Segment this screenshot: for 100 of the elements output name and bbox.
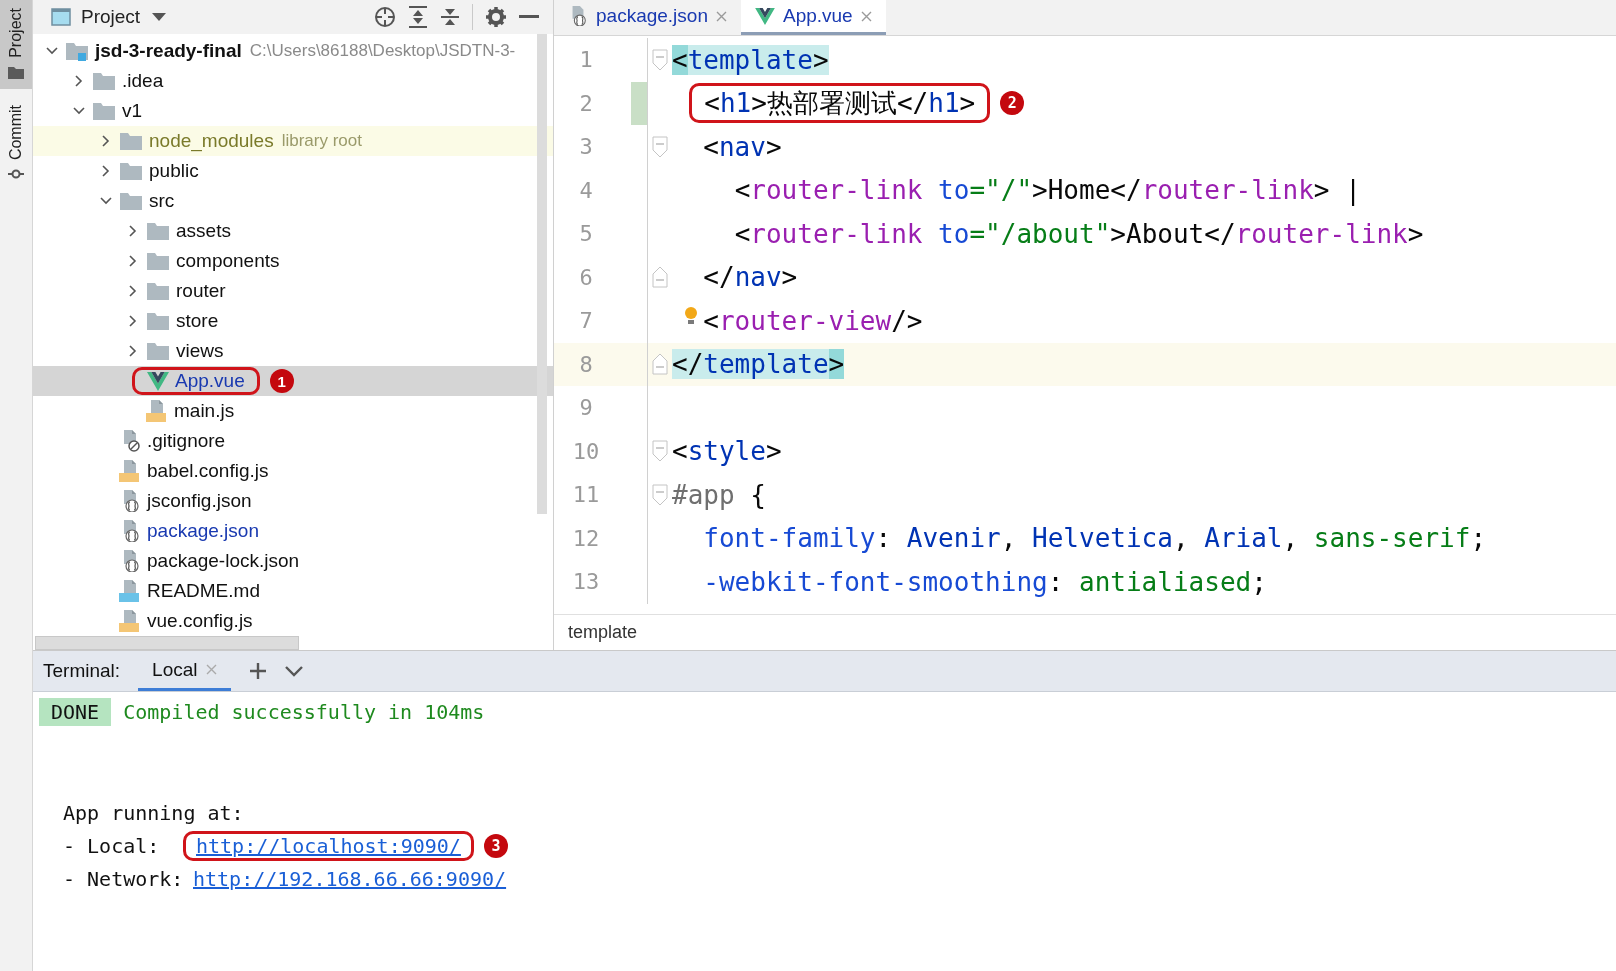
line-number: 7 [578,308,594,334]
scrollbar[interactable] [537,34,547,514]
path-hint: library root [281,131,362,151]
tree-item[interactable]: src [33,186,553,216]
callout-badge: 3 [483,833,508,858]
url-link[interactable]: http://192.168.66.66:9090/ [193,866,507,891]
tree-item[interactable]: README.md [33,576,553,606]
tree-item[interactable]: v1 [33,96,553,126]
locate-icon[interactable] [374,6,396,28]
tree-item[interactable]: babel.config.js [33,456,553,486]
lightbulb-icon[interactable] [684,305,698,326]
tree-item[interactable]: store [33,306,553,336]
folder-icon [92,101,116,121]
terminal-text: - Local: [63,833,161,858]
tree-item[interactable]: .gitignore [33,426,553,456]
code-line: <router-link to="/about">About</router-link> [734,217,1424,251]
tree-item[interactable]: public [33,156,553,186]
expand-all-icon[interactable] [408,6,428,28]
code-line: font-family: Avenir, Helvetica, Arial, sans-serif; [703,522,1487,556]
line-number: 11 [571,482,601,508]
code-line: <template> [672,43,829,77]
file-name: vue.config.js [147,610,253,632]
tree-item[interactable]: App.vue 1 [33,366,553,396]
file-name: .gitignore [147,430,226,452]
code-line: <router-link to="/">Home</router-link> | [734,174,1361,208]
tree-item[interactable]: views [33,336,553,366]
callout-badge: 1 [269,369,294,393]
folder-icon [146,281,170,301]
file-name: v1 [122,100,143,122]
tree-item[interactable]: vue.config.js [33,606,553,636]
settings-icon[interactable] [485,6,507,28]
code-line: <nav> [703,130,782,164]
status-badge: DONE [39,698,112,726]
tree-item[interactable]: node_modules library root [33,126,553,156]
code-line: <router-view/> [703,304,923,338]
line-number: 8 [578,351,594,377]
line-number: 12 [571,525,601,551]
panel-title: Project [81,6,141,28]
folder-icon [92,71,116,91]
file-name: package.json [147,520,259,542]
line-number: 6 [578,264,594,290]
path-hint: C:\Users\86188\Desktop\JSDTN-3- [249,41,516,61]
file-name: store [176,310,219,332]
terminal-text: Compiled successfully in 104ms [123,700,485,724]
tree-item[interactable]: jsconfig.json [33,486,553,516]
folder-icon [119,191,143,211]
line-number: 9 [578,395,594,421]
file-name: App.vue [175,370,245,392]
tree-item[interactable]: .idea [33,66,553,96]
file-name: src [149,190,175,212]
tool-window-tab[interactable]: Commit [0,96,32,190]
folder-icon [146,311,170,331]
commit-icon [8,167,24,180]
tree-item[interactable]: router [33,276,553,306]
breadcrumb[interactable]: template [568,622,638,643]
url-link[interactable]: http://localhost:9090/ [196,833,461,858]
terminal-text: App running at: [62,799,245,827]
project-view-icon [51,8,71,26]
folder-icon [8,65,24,79]
file-name: components [176,250,280,272]
file-name: views [176,340,224,362]
js-file-icon [119,610,141,632]
collapse-all-icon[interactable] [440,6,460,28]
terminal-tab[interactable]: Local [138,651,231,691]
js-file-icon [119,460,141,482]
folder-icon [119,131,143,151]
minimize-icon[interactable] [519,15,539,19]
tree-item[interactable]: assets [33,216,553,246]
editor-tab[interactable]: App.vue [740,0,886,35]
tree-item[interactable]: components [33,246,553,276]
code-line: <h1>热部署测试</h1> [704,87,976,121]
tree-item[interactable]: package.json [33,516,553,546]
md-file-icon [119,580,141,602]
file-name: README.md [147,580,260,602]
file-name: main.js [174,400,235,422]
code-line: -webkit-font-smoothing: antialiased; [703,565,1267,599]
chevron-down-icon[interactable] [284,665,303,677]
close-icon[interactable] [860,10,872,22]
file-name: node_modules [149,130,274,152]
plus-icon[interactable] [248,662,267,680]
terminal-text: - Network: [63,866,185,891]
tool-window-tab[interactable]: Project [0,0,32,89]
panel-title: Terminal: [43,660,121,682]
line-number: 13 [571,569,601,595]
file-name: .idea [122,70,164,92]
tree-item[interactable]: package-lock.json [33,546,553,576]
file-name: jsd-3-ready-final [95,40,242,62]
tree-item[interactable]: jsd-3-ready-final C:\Users\86188\Desktop\JSDTN-3- [33,36,553,66]
file-name: babel.config.js [147,460,269,482]
folder-icon [146,341,170,361]
folder-icon [146,251,170,271]
file-name: public [149,160,199,182]
file-name: assets [176,220,231,242]
editor-tab[interactable]: package.json [554,0,741,35]
line-number: 10 [571,438,601,464]
code-line: #app { [672,478,766,512]
tree-item[interactable]: main.js [33,396,553,426]
file-name: router [176,280,226,302]
dropdown-caret-icon[interactable] [152,13,167,21]
scrollbar[interactable] [35,636,299,650]
